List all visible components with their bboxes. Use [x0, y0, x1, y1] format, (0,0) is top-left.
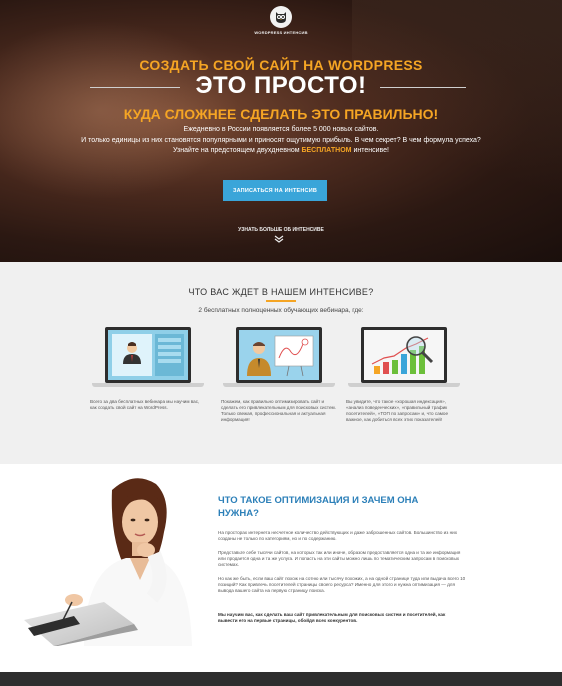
optimization-paragraph-1: На просторах интернета несчетное количес… [218, 530, 458, 542]
feature-card-2: Покажем, как правильно оптимизировать са… [221, 327, 337, 423]
optimization-paragraph-3: Но как же быть, если ваш сайт похож на с… [218, 576, 466, 594]
hero-paragraph-2-text-b: интенсиве! [351, 147, 389, 154]
optimization-paragraph-4: Мы научим вас, как сделать ваш сайт прив… [218, 612, 446, 624]
feature-card-3-text: Вы увидите, что такое «хорошая индексаци… [346, 399, 449, 422]
laptop-base [348, 383, 460, 387]
laptop-growth-chart-icon [361, 327, 447, 383]
chevron-down-icon[interactable] [274, 235, 284, 243]
features-section: ЧТО ВАС ЖДЕТ В НАШЕМ ИНТЕНСИВЕ? 2 беспла… [0, 262, 562, 464]
footer-bar [0, 672, 562, 686]
hero-paragraph-2-text-a: И только единицы из них становятся попул… [81, 137, 481, 154]
feature-card-3: Вы увидите, что такое «хорошая индексаци… [346, 327, 462, 423]
hero-paragraph-1: Ежедневно в России появляется более 5 00… [183, 126, 379, 133]
features-title: ЧТО ВАС ЖДЕТ В НАШЕМ ИНТЕНСИВЕ? [188, 287, 374, 297]
optimization-paragraph-2: Представьте себе тысячи сайтов, на котор… [218, 550, 461, 568]
learn-more-link[interactable]: УЗНАТЬ БОЛЬШЕ ОБ ИНТЕНСИВЕ [0, 227, 562, 233]
hero-title-top: СОЗДАТЬ СВОЙ САЙТ НА WORDPRESS [139, 57, 423, 73]
hero-title-main: ЭТО ПРОСТО! [195, 72, 367, 99]
hero-paragraph-2: И только единицы из них становятся попул… [80, 136, 482, 156]
laptop-whiteboard-icon [236, 327, 322, 383]
title-underline [266, 300, 296, 302]
hero-section: WORDPRESS ИНТЕНСИВ СОЗДАТЬ СВОЙ САЙТ НА … [0, 0, 562, 262]
woman-with-laptop-image [14, 470, 214, 646]
hero-title-sub: КУДА СЛОЖНЕЕ СДЕЛАТЬ ЭТО ПРАВИЛЬНО! [123, 106, 439, 122]
optimization-section: ЧТО ТАКОЕ ОПТИМИЗАЦИЯ И ЗАЧЕМ ОНА НУЖНА?… [0, 464, 562, 672]
laptop-presenter-icon [105, 327, 191, 383]
laptop-base [223, 383, 335, 387]
feature-card-1: Всего за два бесплатных вебинара мы науч… [90, 327, 206, 411]
logo-text: WORDPRESS ИНТЕНСИВ [254, 30, 308, 35]
features-subtitle: 2 бесплатных полноценных обучающих вебин… [198, 307, 364, 314]
signup-button[interactable]: ЗАПИСАТЬСЯ НА ИНТЕНСИВ [223, 180, 327, 201]
feature-card-2-text: Покажем, как правильно оптимизировать са… [221, 399, 336, 422]
logo[interactable]: WORDPRESS ИНТЕНСИВ [254, 6, 307, 40]
feature-card-1-text: Всего за два бесплатных вебинара мы науч… [90, 399, 200, 410]
optimization-title: ЧТО ТАКОЕ ОПТИМИЗАЦИЯ И ЗАЧЕМ ОНА НУЖНА? [218, 495, 419, 519]
hero-highlight-free: БЕСПЛАТНОМ [301, 147, 352, 154]
divider-right [380, 87, 466, 88]
owl-logo-icon [270, 6, 292, 28]
laptop-base [92, 383, 204, 387]
